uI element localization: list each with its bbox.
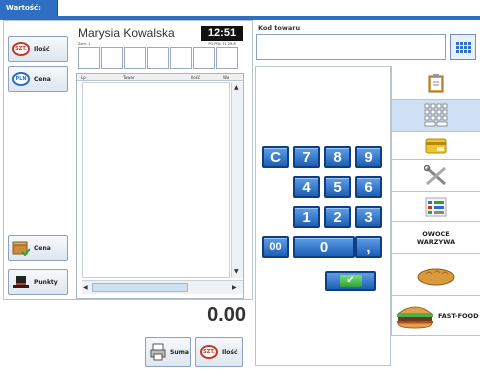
column-header-quantity: Ilość [191, 75, 201, 80]
info-box [147, 47, 169, 69]
card-icon [425, 138, 447, 153]
key-9[interactable]: 9 [355, 146, 382, 168]
category-fruits-vegetables[interactable]: OWOCE WARZYWA [391, 222, 480, 254]
product-code-label: Kod towaru [258, 24, 301, 32]
info-box [124, 47, 146, 69]
table-header: Lp Towar Ilość Wa [77, 74, 243, 81]
box-check-icon [12, 241, 30, 256]
key-comma[interactable]: , [355, 236, 382, 258]
category-clipboard[interactable] [391, 66, 480, 100]
bottom-quantity-button[interactable]: SZT. Ilość [195, 337, 243, 367]
quantity-button[interactable]: SZT. Ilość [8, 36, 68, 62]
key-double-zero[interactable]: 00 [262, 236, 289, 258]
scroll-thumb[interactable] [92, 283, 188, 292]
scroll-down-icon[interactable]: ▼ [234, 268, 239, 275]
points-button[interactable]: Punkty [8, 269, 68, 295]
key-1[interactable]: 1 [293, 206, 320, 228]
info-box [193, 47, 215, 69]
vertical-scrollbar[interactable]: ▲ ▼ [231, 82, 243, 278]
key-4[interactable]: 4 [293, 176, 320, 198]
quantity-button-label: Ilość [34, 45, 50, 53]
price-check-label: Cena [34, 244, 51, 252]
keyboard-icon [455, 41, 471, 53]
order-label: Zam. 1 [78, 42, 91, 46]
bread-icon [417, 268, 455, 285]
value-tab[interactable]: Wartość: 0.00 [0, 0, 58, 28]
pln-icon: PLN [12, 72, 30, 86]
key-0[interactable]: 0 [293, 236, 355, 258]
clock-subtext: PO POŁ 71 29.8 [208, 42, 236, 46]
key-5[interactable]: 5 [324, 176, 351, 198]
total-amount: 0.00 [207, 304, 246, 326]
hat-icon [13, 276, 29, 288]
category-list[interactable] [391, 192, 480, 222]
column-header-item: Towar [123, 75, 135, 80]
info-box [78, 47, 100, 69]
category-bread[interactable] [391, 254, 480, 296]
items-list[interactable] [82, 82, 230, 278]
column-header-lp: Lp [81, 75, 86, 80]
bottom-quantity-label: Ilość [222, 348, 238, 356]
customer-name: Marysia Kowalska [78, 26, 175, 40]
category-card[interactable] [391, 132, 480, 160]
sum-button-label: Suma [170, 348, 189, 356]
szt-icon: SZT. [200, 345, 218, 359]
clipboard-icon [428, 73, 444, 92]
key-7[interactable]: 7 [293, 146, 320, 168]
product-code-input[interactable] [256, 34, 446, 60]
szt-icon: SZT. [12, 42, 30, 56]
clock: 12:51 [201, 26, 243, 41]
check-icon: ✔ [339, 275, 362, 287]
column-header-value: Wa [223, 75, 230, 80]
key-8[interactable]: 8 [324, 146, 351, 168]
price-button[interactable]: PLN Cena [8, 66, 68, 92]
price-check-button[interactable]: Cena [8, 235, 68, 261]
category-fruits-vegetables-label: OWOCE WARZYWA [416, 229, 456, 246]
ok-button[interactable]: ✔ [325, 271, 376, 291]
category-fast-food[interactable]: FAST-FOOD [391, 296, 480, 336]
keypad-icon [424, 103, 448, 126]
sum-button[interactable]: Suma [145, 337, 191, 367]
category-keypad[interactable] [391, 100, 480, 132]
key-6[interactable]: 6 [355, 176, 382, 198]
info-box [216, 47, 238, 69]
burger-icon [396, 306, 434, 329]
printer-icon [150, 343, 166, 361]
key-2[interactable]: 2 [324, 206, 351, 228]
key-clear[interactable]: C [262, 146, 289, 168]
scroll-up-icon[interactable]: ▲ [234, 84, 239, 91]
category-tools[interactable] [391, 160, 480, 192]
info-box [101, 47, 123, 69]
info-box [170, 47, 192, 69]
scroll-right-icon[interactable]: ▶ [232, 284, 237, 291]
points-button-label: Punkty [34, 278, 58, 286]
key-3[interactable]: 3 [355, 206, 382, 228]
price-button-label: Cena [34, 75, 51, 83]
scroll-left-icon[interactable]: ◀ [83, 284, 88, 291]
tools-icon [424, 164, 446, 185]
list-icon [425, 197, 447, 216]
category-fast-food-label: FAST-FOOD [438, 311, 479, 320]
keyboard-button[interactable] [450, 34, 476, 60]
